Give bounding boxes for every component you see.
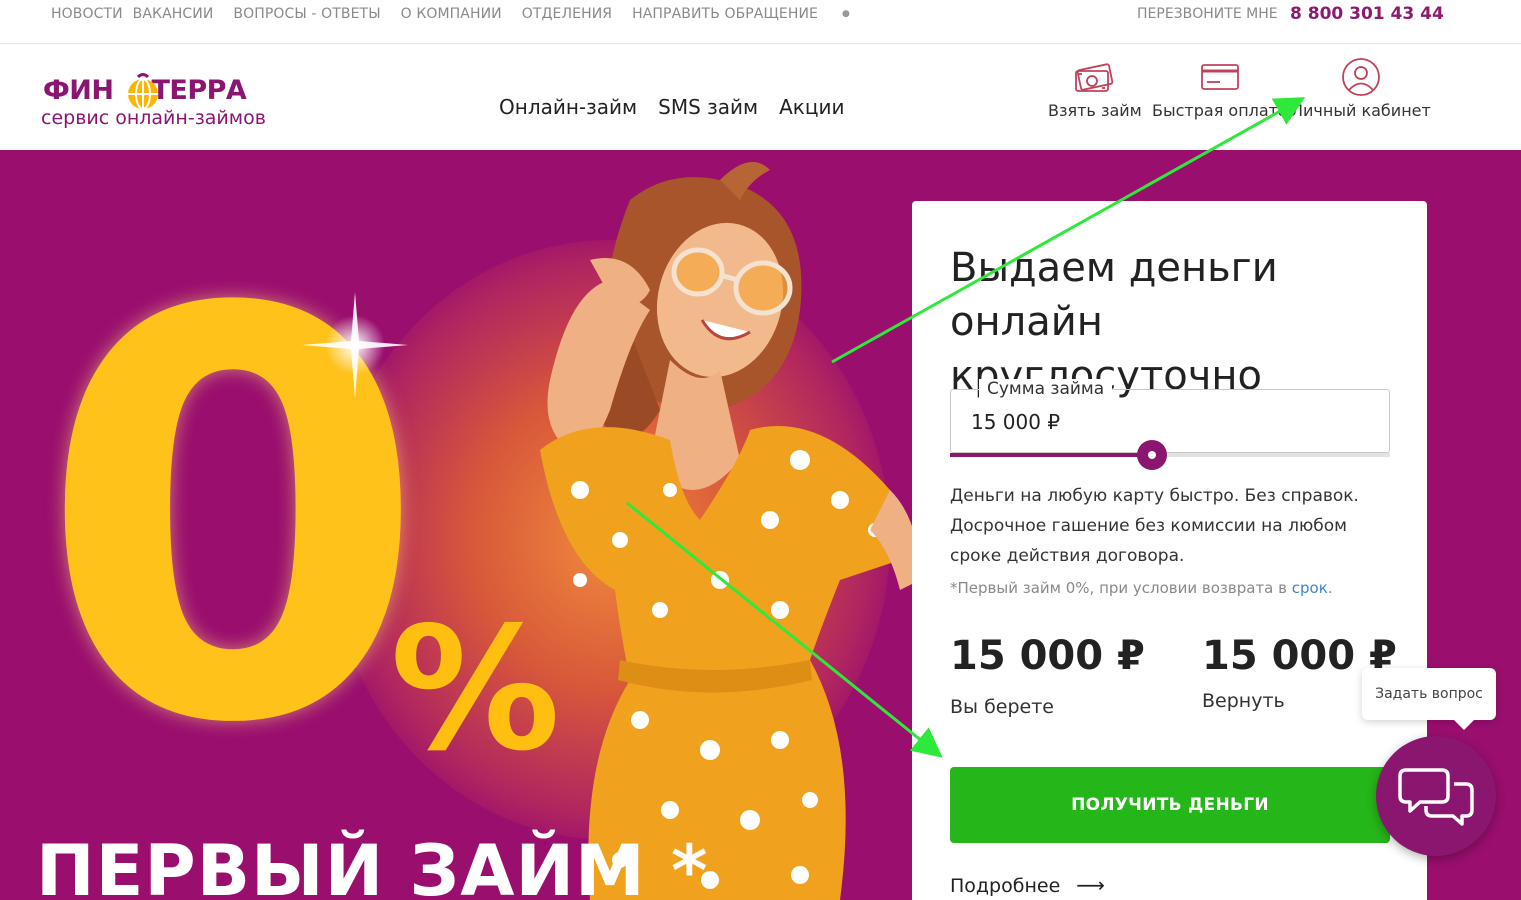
take-amount: 15 000 ₽ [950, 633, 1145, 679]
take-loan-button[interactable]: Взять займ [1048, 57, 1142, 120]
top-nav-faq[interactable]: ВОПРОСЫ - ОТВЕТЫ [233, 6, 380, 22]
top-bar: НОВОСТИ ВАКАНСИИ ВОПРОСЫ - ОТВЕТЫ О КОМП… [0, 0, 1521, 44]
hero-promo-text: ПЕРВЫЙ ЗАЙМ * [36, 830, 709, 900]
chat-bubbles-icon [1398, 768, 1474, 826]
personal-account-button[interactable]: Личный кабинет [1291, 57, 1431, 120]
card-description: Деньги на любую карту быстро. Без справо… [950, 486, 1359, 566]
more-link-label: Подробнее [950, 875, 1061, 897]
term-link[interactable]: срок [1292, 579, 1328, 597]
top-nav-about[interactable]: О КОМПАНИИ [401, 6, 502, 22]
logo-word-left: ФИН [43, 75, 114, 106]
footnote-text: *Первый займ 0%, при условии возврата в [950, 579, 1292, 597]
loan-amount-field[interactable]: Сумма займа 15 000 ₽ [950, 379, 1390, 453]
more-link[interactable]: Подробнее ⟶ [950, 873, 1105, 897]
callback-link[interactable]: ПЕРЕЗВОНИТЕ МНЕ [1137, 6, 1278, 22]
money-icon [1074, 63, 1114, 92]
phone-number[interactable]: 8 800 301 43 44 [1290, 4, 1444, 24]
top-nav-branches[interactable]: ОТДЕЛЕНИЯ [522, 6, 612, 22]
nav-online-loan[interactable]: Онлайн-займ [499, 95, 637, 119]
top-nav: НОВОСТИ ВАКАНСИИ ВОПРОСЫ - ОТВЕТЫ О КОМП… [51, 6, 890, 22]
loan-card: Выдаем деньги онлайн круглосуточно Сумма… [912, 201, 1427, 900]
logo-tagline: сервис онлайн-займов [41, 107, 266, 129]
top-nav-appeal[interactable]: НАПРАВИТЬ ОБРАЩЕНИЕ ● [632, 6, 870, 22]
quick-payment-button[interactable]: Быстрая оплата [1152, 57, 1288, 120]
arrow-right-icon: ⟶ [1076, 873, 1105, 897]
nav-sms-loan[interactable]: SMS займ [658, 95, 758, 119]
logo[interactable]: ФИН ТЕРРА сервис онлайн-займов [41, 65, 281, 135]
dropdown-caret-icon: ● [842, 9, 850, 19]
top-nav-appeal-label: НАПРАВИТЬ ОБРАЩЕНИЕ [632, 6, 818, 22]
sparkle-icon [302, 292, 408, 398]
slider-fill [950, 453, 1153, 457]
user-icon [1342, 58, 1380, 96]
slider-thumb[interactable] [1137, 440, 1168, 470]
nav-promotions[interactable]: Акции [779, 95, 844, 119]
personal-account-label: Личный кабинет [1291, 101, 1431, 120]
quick-payment-label: Быстрая оплата [1152, 101, 1288, 120]
header: ФИН ТЕРРА сервис онлайн-займов Онлайн-зай… [0, 45, 1521, 150]
get-money-button[interactable]: ПОЛУЧИТЬ ДЕНЬГИ [950, 767, 1390, 843]
chat-tooltip[interactable]: Задать вопрос [1362, 668, 1496, 730]
take-loan-label: Взять займ [1048, 101, 1142, 120]
chat-button[interactable] [1376, 736, 1496, 856]
card-footnote: *Первый займ 0%, при условии возврата в … [950, 579, 1333, 597]
globe-icon [128, 73, 158, 110]
top-nav-news[interactable]: НОВОСТИ [51, 6, 123, 22]
loan-amount-label: Сумма займа [979, 379, 1113, 399]
top-nav-vacancies[interactable]: ВАКАНСИИ [133, 6, 214, 22]
loan-amount-value: 15 000 ₽ [971, 410, 1061, 434]
take-amount-label: Вы берете [950, 696, 1054, 718]
footnote-end: . [1327, 579, 1333, 597]
hero-banner: 0 % ПЕРВЫЙ ЗАЙМ * Выдаем деньги онлайн к… [0, 150, 1521, 900]
loan-amount-slider[interactable] [950, 440, 1390, 470]
logo-word-right: ТЕРРА [151, 75, 247, 106]
card-icon [1201, 64, 1239, 90]
woman-photo [540, 162, 920, 900]
return-amount-label: Вернуть [1202, 690, 1285, 712]
main-nav: Онлайн-займ SMS займ Акции [499, 95, 865, 119]
